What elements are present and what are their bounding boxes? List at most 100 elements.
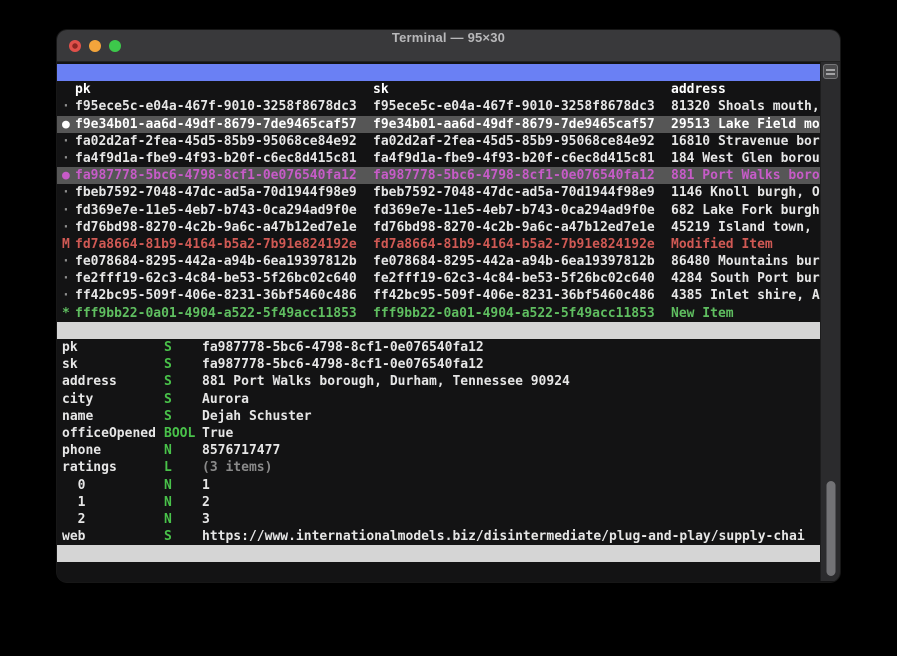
row-marker: * bbox=[62, 305, 75, 322]
item-attribute-row: 0N1 bbox=[57, 477, 820, 494]
table-row[interactable]: Mfd7a8664-81b9-4164-b5a2-7b91e824192efd7… bbox=[57, 236, 820, 253]
cell-address: 184 West Glen borou bbox=[671, 150, 820, 167]
item-attribute-row: nameSDejah Schuster bbox=[57, 408, 820, 425]
table-row[interactable]: *fff9bb22-0a01-4904-a522-5f49acc11853fff… bbox=[57, 305, 820, 322]
window-title: Terminal — 95×30 bbox=[57, 30, 840, 62]
item-detail-rows: pkSfa987778-5bc6-4798-8cf1-0e076540fa12s… bbox=[57, 339, 820, 545]
item-attribute-row: skSfa987778-5bc6-4798-8cf1-0e076540fa12 bbox=[57, 356, 820, 373]
attribute-type: BOOL bbox=[164, 425, 202, 442]
cell-pk: fa4f9d1a-fbe9-4f93-b20f-c6ec8d415c81 bbox=[75, 150, 373, 167]
cell-pk: f95ece5c-e04a-467f-9010-3258f8678dc3 bbox=[75, 98, 373, 115]
row-marker: M bbox=[62, 236, 75, 253]
cell-sk: fa4f9d1a-fbe9-4f93-b20f-c6ec8d415c81 bbox=[373, 150, 671, 167]
table-rows: ·f95ece5c-e04a-467f-9010-3258f8678dc3f95… bbox=[57, 98, 820, 321]
table-row[interactable]: ·ff42bc95-509f-406e-8231-36bf5460c486ff4… bbox=[57, 287, 820, 304]
table-row[interactable]: ●fa987778-5bc6-4798-8cf1-0e076540fa12fa9… bbox=[57, 167, 820, 184]
attribute-key: web bbox=[62, 528, 164, 545]
item-attribute-row: 2N3 bbox=[57, 511, 820, 528]
terminal-window: Terminal — 95×30 Table: business-address… bbox=[57, 30, 840, 582]
item-attribute-row: addressS881 Port Walks borough, Durham, … bbox=[57, 373, 820, 390]
attribute-type: L bbox=[164, 459, 202, 476]
attribute-key: 2 bbox=[62, 511, 164, 528]
cell-sk: fa02d2af-2fea-45d5-85b9-95068ce84e92 bbox=[373, 133, 671, 150]
attribute-key: sk bbox=[62, 356, 164, 373]
attribute-value: fa987778-5bc6-4798-8cf1-0e076540fa12 bbox=[202, 339, 820, 356]
cell-pk: fff9bb22-0a01-4904-a522-5f49acc11853 bbox=[75, 305, 373, 322]
attribute-type: N bbox=[164, 494, 202, 511]
table-row[interactable]: ·fe2fff19-62c3-4c84-be53-5f26bc02c640fe2… bbox=[57, 270, 820, 287]
item-attribute-row: citySAurora bbox=[57, 391, 820, 408]
table-title-bar: Table: business-addresses bbox=[57, 64, 820, 81]
table-row[interactable]: ●f9e34b01-aa6d-49df-8679-7de9465caf57f9e… bbox=[57, 116, 820, 133]
cell-pk: fd76bd98-8270-4c2b-9a6c-a47b12ed7e1e bbox=[75, 219, 373, 236]
cell-sk: f95ece5c-e04a-467f-9010-3258f8678dc3 bbox=[373, 98, 671, 115]
attribute-value: 1 bbox=[202, 477, 820, 494]
attribute-value: https://www.internationalmodels.biz/disi… bbox=[202, 528, 820, 545]
column-header-pk: pk bbox=[75, 81, 373, 98]
row-marker: · bbox=[62, 98, 75, 115]
attribute-type: S bbox=[164, 391, 202, 408]
cell-pk: fbeb7592-7048-47dc-ad5a-70d1944f98e9 bbox=[75, 184, 373, 201]
split-pane-button[interactable] bbox=[823, 64, 838, 79]
row-marker: ● bbox=[62, 167, 75, 184]
attribute-type: N bbox=[164, 442, 202, 459]
row-marker: · bbox=[62, 184, 75, 201]
cell-address: 881 Port Walks boro bbox=[671, 167, 820, 184]
attribute-value: fa987778-5bc6-4798-8cf1-0e076540fa12 bbox=[202, 356, 820, 373]
item-attribute-row: ratingsL(3 items) bbox=[57, 459, 820, 476]
cell-address: 29513 Lake Field mo bbox=[671, 116, 820, 133]
titlebar[interactable]: Terminal — 95×30 bbox=[57, 30, 840, 62]
cell-pk: fd7a8664-81b9-4164-b5a2-7b91e824192e bbox=[75, 236, 373, 253]
cell-address: 16810 Stravenue bor bbox=[671, 133, 820, 150]
attribute-key: officeOpened bbox=[62, 425, 164, 442]
cell-sk: fe078684-8295-442a-a94b-6ea19397812b bbox=[373, 253, 671, 270]
cell-sk: fd76bd98-8270-4c2b-9a6c-a47b12ed7e1e bbox=[373, 219, 671, 236]
attribute-value: Aurora bbox=[202, 391, 820, 408]
desktop-background: Terminal — 95×30 Table: business-address… bbox=[0, 0, 897, 656]
cell-address: New Item bbox=[671, 305, 820, 322]
attribute-type: N bbox=[164, 477, 202, 494]
cell-pk: fe078684-8295-442a-a94b-6ea19397812b bbox=[75, 253, 373, 270]
scrollbar-thumb[interactable] bbox=[826, 481, 835, 576]
table-row[interactable]: ·fa4f9d1a-fbe9-4f93-b20f-c6ec8d415c81fa4… bbox=[57, 150, 820, 167]
row-marker: · bbox=[62, 150, 75, 167]
cell-pk: fa02d2af-2fea-45d5-85b9-95068ce84e92 bbox=[75, 133, 373, 150]
row-marker: ● bbox=[62, 116, 75, 133]
cell-sk: f9e34b01-aa6d-49df-8679-7de9465caf57 bbox=[373, 116, 671, 133]
attribute-value: (3 items) bbox=[202, 459, 820, 476]
cell-address: 4385 Inlet shire, A bbox=[671, 287, 820, 304]
table-row[interactable]: ·fe078684-8295-442a-a94b-6ea19397812bfe0… bbox=[57, 253, 820, 270]
attribute-type: S bbox=[164, 339, 202, 356]
attribute-value: 881 Port Walks borough, Durham, Tennesse… bbox=[202, 373, 820, 390]
table-row[interactable]: ·f95ece5c-e04a-467f-9010-3258f8678dc3f95… bbox=[57, 98, 820, 115]
attribute-type: S bbox=[164, 356, 202, 373]
cell-sk: fa987778-5bc6-4798-8cf1-0e076540fa12 bbox=[373, 167, 671, 184]
cell-sk: fbeb7592-7048-47dc-ad5a-70d1944f98e9 bbox=[373, 184, 671, 201]
terminal-content: Table: business-addresses pk sk address … bbox=[57, 62, 820, 581]
attribute-type: S bbox=[164, 528, 202, 545]
table-row[interactable]: ·fbeb7592-7048-47dc-ad5a-70d1944f98e9fbe… bbox=[57, 184, 820, 201]
cell-pk: ff42bc95-509f-406e-8231-36bf5460c486 bbox=[75, 287, 373, 304]
attribute-key: 0 bbox=[62, 477, 164, 494]
column-header-row: pk sk address bbox=[57, 81, 820, 98]
item-attribute-row: officeOpenedBOOLTrue bbox=[57, 425, 820, 442]
item-attribute-row: phoneN8576717477 bbox=[57, 442, 820, 459]
table-row[interactable]: ·fd369e7e-11e5-4eb7-b743-0ca294ad9f0efd3… bbox=[57, 202, 820, 219]
cell-address: Modified Item bbox=[671, 236, 820, 253]
attribute-type: S bbox=[164, 373, 202, 390]
scrollbar-track[interactable] bbox=[820, 62, 840, 581]
table-row[interactable]: ·fd76bd98-8270-4c2b-9a6c-a47b12ed7e1efd7… bbox=[57, 219, 820, 236]
attribute-key: address bbox=[62, 373, 164, 390]
row-marker: · bbox=[62, 287, 75, 304]
attribute-key: ratings bbox=[62, 459, 164, 476]
cell-sk: ff42bc95-509f-406e-8231-36bf5460c486 bbox=[373, 287, 671, 304]
cell-sk: fe2fff19-62c3-4c84-be53-5f26bc02c640 bbox=[373, 270, 671, 287]
attribute-key: phone bbox=[62, 442, 164, 459]
column-header-address: address bbox=[671, 81, 820, 98]
split-pane-icon-line bbox=[826, 73, 835, 75]
item-section-header: Item bbox=[57, 322, 820, 339]
attribute-value: True bbox=[202, 425, 820, 442]
row-marker: · bbox=[62, 202, 75, 219]
results-status-bar: All results bbox=[57, 545, 820, 562]
table-row[interactable]: ·fa02d2af-2fea-45d5-85b9-95068ce84e92fa0… bbox=[57, 133, 820, 150]
